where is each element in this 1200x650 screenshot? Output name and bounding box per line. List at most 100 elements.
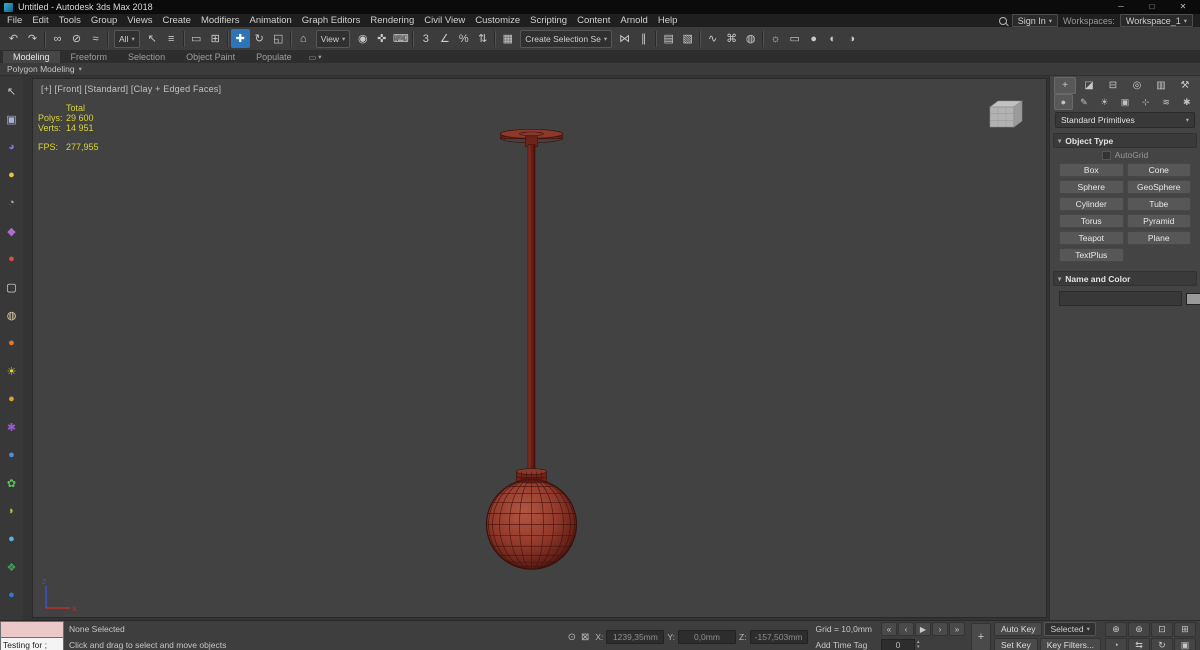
select-by-name-icon[interactable]: ≡	[162, 29, 181, 48]
object-type-button[interactable]: Pyramid	[1126, 214, 1191, 228]
object-type-button[interactable]: Box	[1059, 163, 1124, 177]
left-toolbar-icon[interactable]: ●	[0, 525, 23, 553]
key-filters-button[interactable]: Key Filters...	[1039, 638, 1101, 650]
go-to-start-icon[interactable]: «	[880, 622, 897, 637]
name-color-rollout-header[interactable]: ▾ Name and Color	[1053, 271, 1197, 286]
menu-item[interactable]: Help	[653, 14, 683, 27]
left-toolbar-icon[interactable]: ●	[0, 581, 23, 609]
menu-item[interactable]: Customize	[470, 14, 525, 27]
left-toolbar-icon[interactable]: ◗	[0, 497, 23, 525]
viewport-label[interactable]: [+] [Front] [Standard] [Clay + Edged Fac…	[41, 84, 221, 94]
left-toolbar-icon[interactable]: ●	[0, 161, 23, 189]
ribbon-tab[interactable]: Populate	[246, 51, 302, 63]
next-frame-icon[interactable]: ›	[931, 622, 948, 637]
object-type-button[interactable]: Cone	[1126, 163, 1191, 177]
left-toolbar-icon[interactable]: ●	[0, 329, 23, 357]
render-iterative-icon[interactable]: ◐	[823, 29, 842, 48]
maxscript-listener-pane[interactable]: Testing for ;	[0, 637, 64, 650]
object-type-button[interactable]: GeoSphere	[1126, 180, 1191, 194]
key-mode-dropdown[interactable]: Selected ▾	[1044, 622, 1096, 636]
menu-item[interactable]: Create	[157, 14, 196, 27]
select-and-manipulate-icon[interactable]: ✜	[372, 29, 391, 48]
menu-item[interactable]: Civil View	[419, 14, 470, 27]
display-tab-icon[interactable]: ▥	[1150, 77, 1172, 94]
named-selection-sets-dropdown[interactable]: Create Selection Se ▾	[520, 29, 613, 48]
rectangular-selection-region-icon[interactable]: ▭	[187, 29, 206, 48]
left-toolbar-icon[interactable]: ✿	[0, 469, 23, 497]
primitives-dropdown[interactable]: Standard Primitives ▾	[1055, 112, 1195, 128]
left-toolbar-icon[interactable]: ▣	[0, 105, 23, 133]
menu-item[interactable]: Animation	[245, 14, 297, 27]
go-to-end-icon[interactable]: »	[948, 622, 965, 637]
menu-item[interactable]: Content	[572, 14, 615, 27]
z-coordinate-field[interactable]: -157,503mm	[749, 630, 808, 644]
mirror-icon[interactable]: ⋈	[615, 29, 634, 48]
menu-item[interactable]: Group	[86, 14, 122, 27]
zoom-extents-all-icon[interactable]: ⊞	[1174, 621, 1196, 637]
macro-recorder-pane[interactable]	[0, 621, 64, 638]
left-toolbar-icon[interactable]: ◆	[0, 217, 23, 245]
ribbon-tab[interactable]: Modeling	[3, 51, 60, 63]
isolate-selection-icon[interactable]: ⊙	[568, 632, 576, 643]
zoom-extents-icon[interactable]: ⊡	[1151, 621, 1173, 637]
lights-category-icon[interactable]: ☀	[1095, 94, 1114, 110]
select-and-link-icon[interactable]: ∞	[48, 29, 67, 48]
schematic-view-icon[interactable]: ⌘	[722, 29, 741, 48]
add-time-tag-button[interactable]: Add Time Tag	[816, 640, 872, 650]
previous-frame-icon[interactable]: ‹	[897, 622, 914, 637]
y-coordinate-field[interactable]: 0,0mm	[677, 630, 736, 644]
snaps-toggle-icon[interactable]: 3	[416, 29, 435, 48]
render-production-icon[interactable]: ●	[804, 29, 823, 48]
left-toolbar-icon[interactable]: ❖	[0, 553, 23, 581]
percent-snap-icon[interactable]: %	[454, 29, 473, 48]
systems-category-icon[interactable]: ✱	[1177, 94, 1196, 110]
angle-snap-icon[interactable]: ∠	[435, 29, 454, 48]
use-pivot-point-icon[interactable]: ◉	[353, 29, 372, 48]
spinner-down-icon[interactable]: ▾	[917, 645, 920, 650]
minimize-button[interactable]: ─	[1108, 0, 1134, 14]
menu-item[interactable]: Rendering	[365, 14, 419, 27]
create-tab-icon[interactable]: +	[1054, 76, 1076, 94]
select-and-scale-icon[interactable]: ◱	[269, 29, 288, 48]
object-type-button[interactable]: Sphere	[1059, 180, 1124, 194]
autogrid-checkbox[interactable]	[1101, 150, 1111, 160]
left-toolbar-icon[interactable]: ●	[0, 245, 23, 273]
ribbon-toggle-icon[interactable]: ▧	[678, 29, 697, 48]
x-coordinate-field[interactable]: 1239,35mm	[606, 630, 665, 644]
object-type-button[interactable]: Teapot	[1059, 231, 1124, 245]
object-type-rollout-header[interactable]: ▾ Object Type	[1053, 133, 1197, 148]
spinner-snap-icon[interactable]: ⇅	[473, 29, 492, 48]
menu-item[interactable]: Views	[122, 14, 157, 27]
current-frame-field[interactable]: 0	[880, 638, 915, 650]
selection-lock-icon[interactable]: ⊠	[581, 632, 589, 643]
orbit-icon[interactable]: ↻	[1151, 637, 1173, 650]
object-type-button[interactable]: TextPlus	[1059, 248, 1124, 262]
object-color-swatch[interactable]	[1186, 292, 1200, 305]
left-toolbar-icon[interactable]: ✱	[0, 413, 23, 441]
modify-tab-icon[interactable]: ◪	[1078, 77, 1100, 94]
curve-editor-icon[interactable]: ∿	[703, 29, 722, 48]
material-editor-icon[interactable]: ◍	[741, 29, 760, 48]
spacewarps-category-icon[interactable]: ≋	[1157, 94, 1176, 110]
motion-tab-icon[interactable]: ◎	[1126, 77, 1148, 94]
shapes-category-icon[interactable]: ✎	[1075, 94, 1094, 110]
menu-item[interactable]: Graph Editors	[297, 14, 366, 27]
pan-icon[interactable]: ⇆	[1128, 637, 1150, 650]
reference-coordinate-dropdown[interactable]: View ▾	[315, 29, 351, 48]
ribbon-tab[interactable]: Object Paint	[176, 51, 245, 63]
layer-explorer-icon[interactable]: ▤	[659, 29, 678, 48]
left-toolbar-icon[interactable]: ●	[0, 385, 23, 413]
object-type-button[interactable]: Tube	[1126, 197, 1191, 211]
zoom-all-icon[interactable]: ⊛	[1128, 621, 1150, 637]
redo-icon[interactable]: ↷	[23, 29, 42, 48]
left-toolbar-icon[interactable]: ☀	[0, 357, 23, 385]
menu-item[interactable]: Scripting	[525, 14, 572, 27]
ribbon-config-icon[interactable]: ▭ ▾	[303, 51, 328, 63]
rendered-frame-icon[interactable]: ▭	[785, 29, 804, 48]
frame-spinner[interactable]: ▴ ▾	[917, 640, 920, 650]
ribbon-tab[interactable]: Selection	[118, 51, 175, 63]
maximize-button[interactable]: □	[1139, 0, 1165, 14]
select-and-place-icon[interactable]: ⌂	[294, 29, 313, 48]
select-and-move-icon[interactable]: ✚	[230, 29, 250, 48]
menu-item[interactable]: Tools	[54, 14, 86, 27]
